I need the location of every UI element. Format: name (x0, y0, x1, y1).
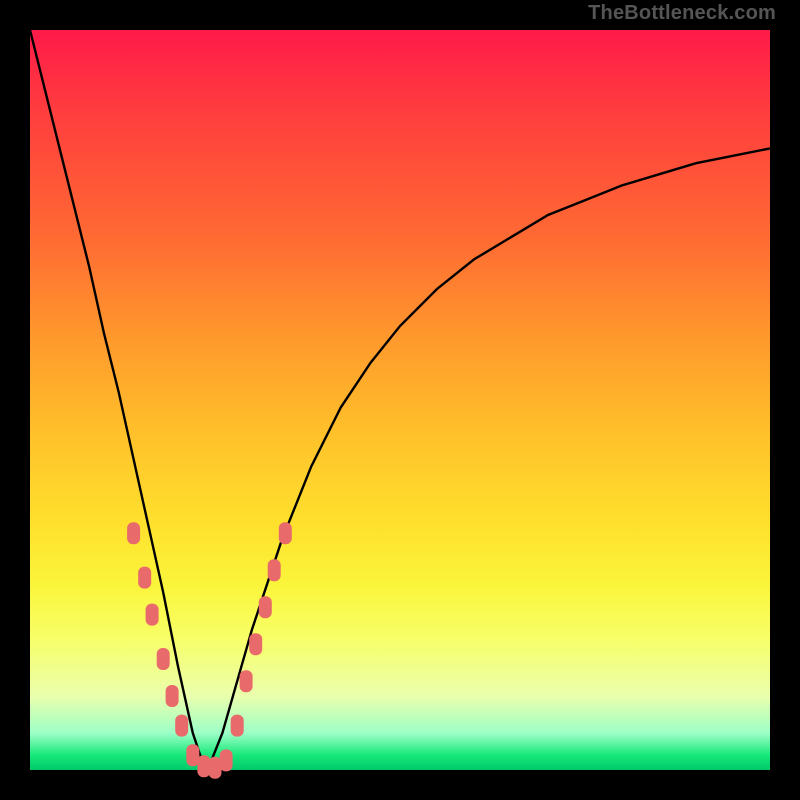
marker-point (249, 633, 262, 655)
watermark-text: TheBottleneck.com (588, 2, 776, 25)
marker-point (231, 715, 244, 737)
curve-svg (30, 30, 770, 770)
marker-point (197, 755, 210, 777)
chart-frame: TheBottleneck.com (0, 0, 800, 800)
marker-group (127, 522, 292, 779)
marker-point (175, 715, 188, 737)
marker-point (127, 522, 140, 544)
marker-point (279, 522, 292, 544)
plot-area (30, 30, 770, 770)
marker-point (240, 670, 253, 692)
marker-point (157, 648, 170, 670)
marker-point (259, 596, 272, 618)
marker-point (138, 567, 151, 589)
marker-point (186, 744, 199, 766)
marker-point (220, 749, 233, 771)
curve-left (30, 30, 208, 770)
curve-right (208, 148, 770, 770)
marker-point (209, 757, 222, 779)
marker-point (166, 685, 179, 707)
marker-point (268, 559, 281, 581)
marker-point (146, 604, 159, 626)
